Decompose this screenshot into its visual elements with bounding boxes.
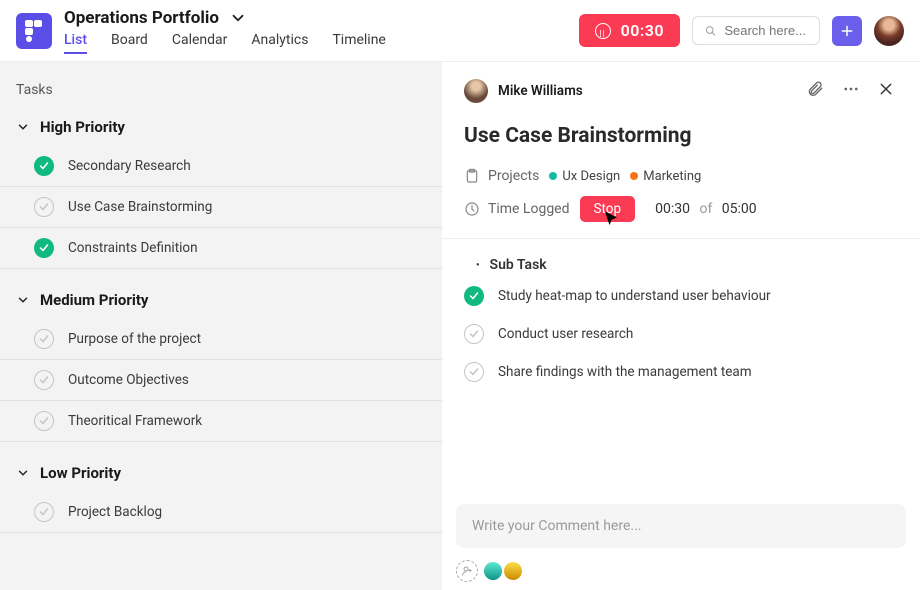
divider [442, 238, 920, 239]
subtask-label: Conduct user research [498, 326, 633, 342]
clipboard-icon [464, 168, 480, 184]
project-tag[interactable]: Ux Design [549, 169, 620, 184]
subtask-row[interactable]: Conduct user research [442, 315, 920, 353]
app-header: Operations Portfolio List Board Calendar… [0, 0, 920, 62]
chevron-down-icon [16, 120, 30, 134]
person-plus-icon [461, 565, 473, 577]
add-watcher-button[interactable] [456, 560, 478, 582]
check-icon[interactable] [34, 502, 54, 522]
subtask-row[interactable]: Study heat-map to understand user behavi… [442, 277, 920, 315]
attachment-icon[interactable] [802, 76, 828, 106]
add-button[interactable] [832, 16, 862, 46]
check-icon[interactable] [464, 286, 484, 306]
group-header-medium[interactable]: Medium Priority [0, 285, 442, 319]
time-total: 05:00 [722, 201, 757, 217]
subtask-label: Study heat-map to understand user behavi… [498, 288, 771, 304]
tab-analytics[interactable]: Analytics [251, 32, 308, 54]
dot-icon [630, 172, 638, 180]
task-row[interactable]: Project Backlog [0, 492, 442, 533]
author-avatar[interactable] [464, 79, 488, 103]
task-group-high: High Priority Secondary Research Use Cas… [0, 112, 442, 269]
watchers-row [442, 556, 920, 590]
tab-list[interactable]: List [64, 32, 87, 54]
task-row[interactable]: Use Case Brainstorming [0, 187, 442, 228]
time-of: of [699, 201, 712, 217]
search-box[interactable] [692, 16, 820, 45]
clock-icon [464, 201, 480, 217]
stop-button[interactable]: Stop [580, 196, 636, 222]
author-name: Mike Williams [498, 83, 792, 99]
check-icon[interactable] [34, 197, 54, 217]
task-label: Use Case Brainstorming [68, 199, 212, 215]
group-title: Medium Priority [40, 291, 148, 309]
projects-row: Projects Ux Design Marketing [442, 162, 920, 190]
chevron-down-icon [16, 466, 30, 480]
timer-value: 00:30 [621, 21, 664, 40]
close-icon[interactable] [874, 77, 898, 105]
check-icon[interactable] [464, 362, 484, 382]
check-icon[interactable] [34, 156, 54, 176]
chevron-down-icon [16, 293, 30, 307]
task-list-panel: Tasks High Priority Secondary Research U… [0, 62, 442, 590]
subtask-label: Share findings with the management team [498, 364, 752, 380]
task-label: Secondary Research [68, 158, 191, 174]
group-title: High Priority [40, 118, 125, 136]
logo-icon [25, 20, 43, 42]
dot-icon [549, 172, 557, 180]
task-label: Project Backlog [68, 504, 162, 520]
task-row[interactable]: Constraints Definition [0, 228, 442, 269]
task-row[interactable]: Secondary Research [0, 146, 442, 187]
task-label: Purpose of the project [68, 331, 201, 347]
search-input[interactable] [724, 23, 807, 38]
pause-icon [595, 23, 611, 39]
projects-label: Projects [488, 168, 539, 184]
chevron-down-icon[interactable] [229, 9, 247, 27]
app-logo[interactable] [16, 13, 52, 49]
time-logged-row: Time Logged Stop 00:30 of 05:00 [442, 190, 920, 228]
timer-badge[interactable]: 00:30 [579, 14, 680, 47]
tab-calendar[interactable]: Calendar [172, 32, 228, 54]
check-icon[interactable] [464, 324, 484, 344]
user-avatar[interactable] [874, 16, 904, 46]
subtask-row[interactable]: Share findings with the management team [442, 353, 920, 391]
time-elapsed: 00:30 [655, 201, 690, 217]
watcher-avatar[interactable] [502, 560, 524, 582]
check-icon[interactable] [34, 329, 54, 349]
task-label: Constraints Definition [68, 240, 198, 256]
check-icon[interactable] [34, 411, 54, 431]
time-logged-label: Time Logged [488, 201, 570, 217]
task-group-medium: Medium Priority Purpose of the project O… [0, 285, 442, 442]
watcher-avatar[interactable] [482, 560, 504, 582]
view-tabs: List Board Calendar Analytics Timeline [64, 32, 567, 54]
tab-board[interactable]: Board [111, 32, 148, 54]
plus-icon [840, 24, 854, 38]
task-label: Theoritical Framework [68, 413, 202, 429]
search-icon [705, 24, 716, 38]
check-icon[interactable] [34, 238, 54, 258]
group-header-low[interactable]: Low Priority [0, 458, 442, 492]
tasks-heading: Tasks [0, 76, 442, 112]
task-title: Use Case Brainstorming [442, 120, 920, 162]
portfolio-title: Operations Portfolio [64, 8, 219, 28]
tab-timeline[interactable]: Timeline [332, 32, 385, 54]
project-tag[interactable]: Marketing [630, 169, 701, 184]
comment-input[interactable]: Write your Comment here... [456, 504, 906, 548]
task-label: Outcome Objectives [68, 372, 189, 388]
check-icon[interactable] [34, 370, 54, 390]
task-row[interactable]: Outcome Objectives [0, 360, 442, 401]
task-row[interactable]: Purpose of the project [0, 319, 442, 360]
group-title: Low Priority [40, 464, 121, 482]
task-group-low: Low Priority Project Backlog [0, 458, 442, 533]
subtask-heading: • Sub Task [442, 245, 920, 277]
task-row[interactable]: Theoritical Framework [0, 401, 442, 442]
group-header-high[interactable]: High Priority [0, 112, 442, 146]
task-detail-panel: Mike Williams Use Case Brainstorming Pro… [442, 62, 920, 590]
more-icon[interactable] [838, 76, 864, 106]
